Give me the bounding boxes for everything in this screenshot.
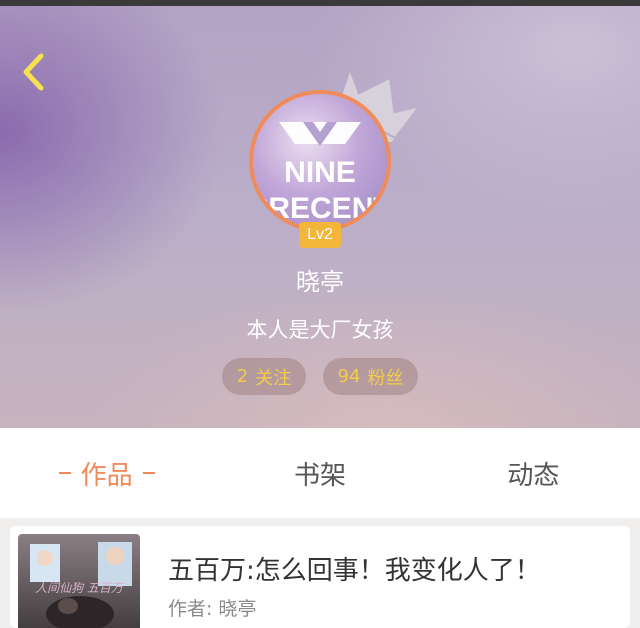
book-cover-image: 人间仙狗 五百万 — [18, 534, 140, 628]
level-badge: Lv2 — [299, 222, 341, 248]
chevron-left-icon — [23, 53, 44, 91]
following-label: 关注 — [255, 367, 292, 389]
tab-active-dash-left — [58, 472, 71, 474]
profile-tab-bar: 作品 书架 动态 — [0, 428, 640, 518]
fans-stat-button[interactable]: 94 粉丝 — [323, 358, 418, 395]
work-author: 作者: 晓亭 — [168, 598, 257, 620]
user-bio: 本人是大厂女孩 — [246, 318, 394, 342]
avatar-text-line1: NINE — [284, 156, 356, 189]
work-card[interactable]: 人间仙狗 五百万 五百万:怎么回事！我变化人了！ 作者: 晓亭 — [10, 526, 630, 628]
avatar-logo-image: NINE PRECENT — [253, 122, 387, 225]
following-stat-button[interactable]: 2 关注 — [222, 358, 306, 395]
tab-bookshelf-label: 书架 — [293, 460, 346, 491]
fans-label: 粉丝 — [367, 367, 404, 389]
tab-bookshelf[interactable]: 书架 — [213, 428, 426, 518]
tab-active-dash-right — [142, 472, 155, 474]
username: 晓亭 — [296, 268, 344, 296]
tab-works[interactable]: 作品 — [0, 428, 213, 518]
fans-count: 94 — [337, 366, 361, 387]
book-cover-text: 人间仙狗 五百万 — [35, 581, 125, 595]
tab-activity-label: 动态 — [507, 460, 560, 491]
work-title: 五百万:怎么回事！我变化人了！ — [168, 556, 541, 586]
back-button[interactable] — [12, 50, 56, 94]
following-count: 2 — [236, 366, 249, 387]
tab-works-label: 作品 — [80, 460, 133, 491]
avatar[interactable]: NINE PRECENT — [249, 90, 391, 232]
tab-activity[interactable]: 动态 — [427, 428, 640, 518]
